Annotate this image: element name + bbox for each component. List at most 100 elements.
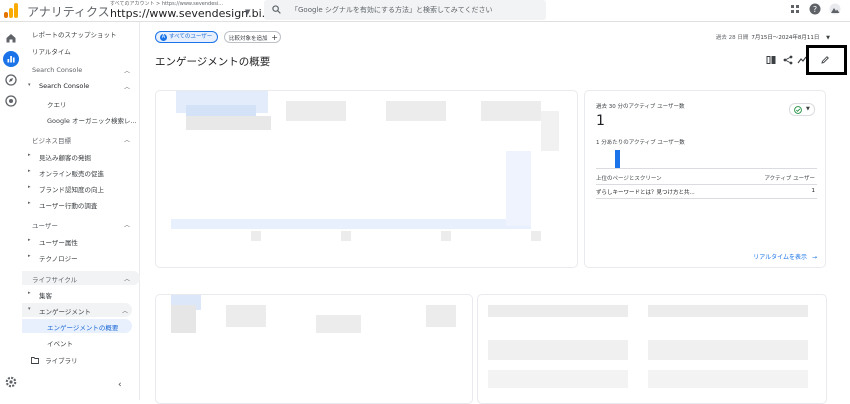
segment-chip-all-users[interactable]: A すべてのユーザー: [155, 31, 218, 43]
date-range-selector[interactable]: 過去 28 日間 7月15日～2024年8月11日 ▼: [716, 33, 830, 41]
engagement-chart-card: [155, 90, 578, 268]
explore-icon[interactable]: [5, 74, 17, 86]
realtime-active-users: 1: [596, 113, 605, 129]
left-rail: [0, 22, 22, 400]
caret-down-icon[interactable]: ▼: [245, 8, 250, 16]
date-range-value: 7月15日～2024年8月11日: [751, 35, 820, 41]
account-avatar-icon[interactable]: [829, 3, 841, 15]
nav-group-search-console[interactable]: ▾ Search Console ︿: [22, 82, 140, 92]
add-comparison-chip[interactable]: 比較対象を追加 +: [224, 31, 281, 43]
apps-grid-icon[interactable]: [789, 3, 801, 15]
nav-item-engagement-overview[interactable]: エンゲージメントの概要: [22, 319, 132, 333]
nav-item-brand-awareness[interactable]: ▸ ブランド認知度の向上: [22, 184, 140, 194]
top-page-users: 1: [811, 188, 816, 194]
section-label: ライフサイクル: [32, 276, 78, 284]
collapse-chevron-icon[interactable]: ‹: [118, 380, 122, 390]
table-divider: [596, 184, 817, 185]
nav-item-leads[interactable]: ▸ 見込み顧客の発掘: [22, 152, 140, 162]
nav-item-acquisition[interactable]: ▸ 集客: [22, 290, 140, 300]
nav-item-online-sales[interactable]: ▸ オンライン販売の促進: [22, 168, 140, 178]
blurred-block: [488, 340, 628, 360]
blurred-card: [155, 294, 473, 404]
analytics-logo[interactable]: [4, 3, 18, 18]
nav-section-search-console[interactable]: Search Console ︿: [22, 66, 140, 78]
chart-line-blur: [506, 151, 531, 226]
arrow-right-icon: →: [811, 254, 817, 261]
column-header-users: アクティブ ユーザー: [764, 176, 815, 182]
blurred-card: [477, 294, 827, 404]
nav-item-technology[interactable]: ▸ テクノロジー: [22, 253, 140, 263]
nav-item-user-behavior[interactable]: ▸ ユーザー行動の調査: [22, 200, 140, 210]
nav-item-events[interactable]: イベント: [22, 338, 140, 348]
nav-group-engagement[interactable]: ▾ エンゲージメント ︿: [22, 303, 132, 317]
account-breadcrumb[interactable]: すべてのアカウント > https://www.sevendesi...: [110, 0, 223, 7]
blurred-block: [648, 305, 808, 317]
nav-section-user[interactable]: ユーザー ︿: [22, 220, 140, 232]
highlight-box: [806, 45, 847, 75]
compare-icon[interactable]: [766, 55, 776, 65]
caret-right-icon: ▸: [28, 290, 31, 296]
caret-right-icon: ▸: [28, 184, 31, 190]
share-icon[interactable]: [783, 55, 793, 65]
blurred-block: [251, 231, 261, 241]
chevron-up-icon: ︿: [121, 308, 128, 315]
caret-right-icon: ▸: [28, 152, 31, 158]
section-label: ユーザー: [32, 222, 58, 230]
blurred-block: [488, 305, 628, 317]
blurred-block: [341, 231, 351, 241]
nav-section-lifecycle[interactable]: ライフサイクル ︿: [22, 271, 140, 285]
per-minute-bar: [615, 150, 620, 168]
per-minute-axis: [596, 168, 817, 169]
blurred-block: [441, 231, 451, 241]
chevron-up-icon: ︿: [123, 276, 130, 283]
blurred-block: [186, 116, 271, 130]
blurred-block: [541, 111, 559, 151]
top-page-row[interactable]: ずらしキーワードとは？見つけ方と共...: [596, 188, 695, 196]
link-label: リアルタイムを表示: [753, 254, 808, 261]
chevron-up-icon: ︿: [123, 68, 130, 75]
view-realtime-link[interactable]: リアルタイムを表示 →: [753, 252, 817, 261]
item-label: オンライン販売の促進: [39, 170, 104, 178]
nav-item-demographics[interactable]: ▸ ユーザー属性: [22, 237, 140, 247]
blurred-block: [481, 101, 541, 121]
blurred-block: [226, 305, 266, 327]
help-icon[interactable]: ?: [809, 3, 821, 15]
blurred-block: [316, 315, 361, 333]
nav-report-snapshot[interactable]: レポートのスナップショット: [22, 29, 140, 39]
home-icon[interactable]: [5, 32, 17, 44]
nav-section-business[interactable]: ビジネス目標 ︿: [22, 135, 140, 147]
status-dropdown[interactable]: ▼: [789, 103, 815, 116]
group-label: Search Console: [39, 82, 90, 90]
blurred-block: [426, 305, 456, 327]
blurred-block: [648, 340, 808, 360]
table-divider: [596, 198, 817, 199]
item-label: ユーザー行動の調査: [39, 202, 98, 210]
blurred-block: [171, 305, 196, 333]
main-content: A すべてのユーザー 比較対象を追加 + 過去 28 日間 7月15日～2024年8…: [140, 22, 850, 404]
chevron-up-icon: ︿: [123, 137, 130, 144]
blurred-block: [286, 101, 346, 121]
caret-right-icon: ▸: [28, 200, 31, 206]
nav-item-queries[interactable]: クエリ: [22, 99, 140, 109]
realtime-card: 過去 30 分のアクティブ ユーザー数 ▼ 1 1 分あたりのアクティブ ユーザ…: [584, 90, 826, 268]
search-bar[interactable]: 「Google シグナルを有効にする方法」と検索してみてください: [264, 0, 546, 20]
column-header-page: 上位のページとスクリーン: [596, 176, 662, 182]
reports-icon[interactable]: [3, 51, 19, 67]
nav-library[interactable]: ライブラリ: [22, 355, 140, 365]
item-label: ライブラリ: [45, 357, 78, 365]
svg-text:?: ?: [813, 5, 817, 14]
chip-label: すべてのユーザー: [169, 34, 213, 40]
item-label: ブランド認知度の向上: [39, 186, 104, 194]
caret-down-icon: ▼: [806, 106, 810, 112]
nav-realtime[interactable]: リアルタイム: [22, 46, 140, 56]
nav-item-organic-search[interactable]: Google オーガニック検索レ...: [22, 115, 140, 125]
item-label: エンゲージメント: [39, 308, 91, 316]
advertising-icon[interactable]: [5, 95, 17, 107]
caret-right-icon: ▸: [28, 237, 31, 243]
search-placeholder: 「Google シグナルを有効にする方法」と検索してみてください: [291, 6, 493, 14]
item-label: 見込み顧客の発掘: [39, 154, 91, 162]
admin-settings-icon[interactable]: [5, 376, 17, 388]
check-circle-icon: [794, 106, 802, 114]
bar-chart-icon: [7, 56, 15, 63]
realtime-title: 過去 30 分のアクティブ ユーザー数: [596, 104, 685, 110]
